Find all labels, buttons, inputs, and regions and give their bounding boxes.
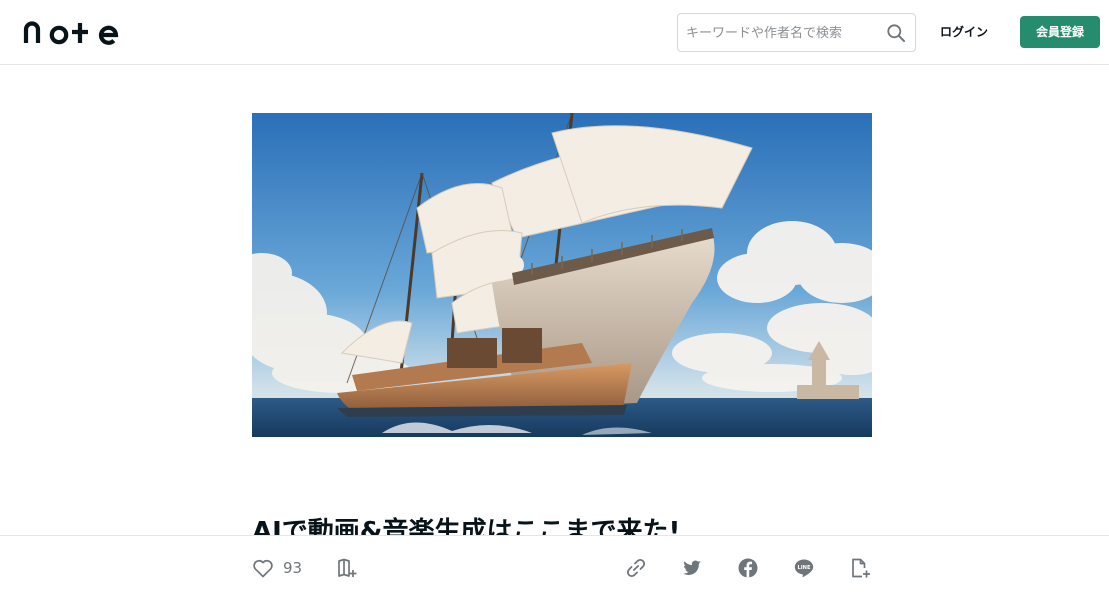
note-logo-icon [23,21,119,45]
article-hero-image [252,113,872,437]
heart-icon[interactable] [251,556,275,580]
twitter-icon[interactable] [680,556,704,580]
search-input[interactable] [686,22,881,44]
site-header: ログイン 会員登録 [0,0,1109,65]
facebook-icon[interactable] [736,556,760,580]
note-logo[interactable] [22,19,122,49]
line-icon[interactable]: LINE [792,556,816,580]
svg-text:LINE: LINE [797,565,811,571]
search-box[interactable] [677,13,916,52]
link-icon[interactable] [624,556,648,580]
note-add-icon[interactable] [848,556,872,580]
login-button[interactable]: ログイン [930,18,998,46]
magazine-add-icon[interactable] [336,556,360,580]
sailing-ship-illustration [252,113,872,437]
search-icon[interactable] [886,23,906,43]
signup-button[interactable]: 会員登録 [1020,16,1100,48]
article-action-bar: 93 LINE [0,535,1109,600]
like-count: 93 [283,559,303,577]
